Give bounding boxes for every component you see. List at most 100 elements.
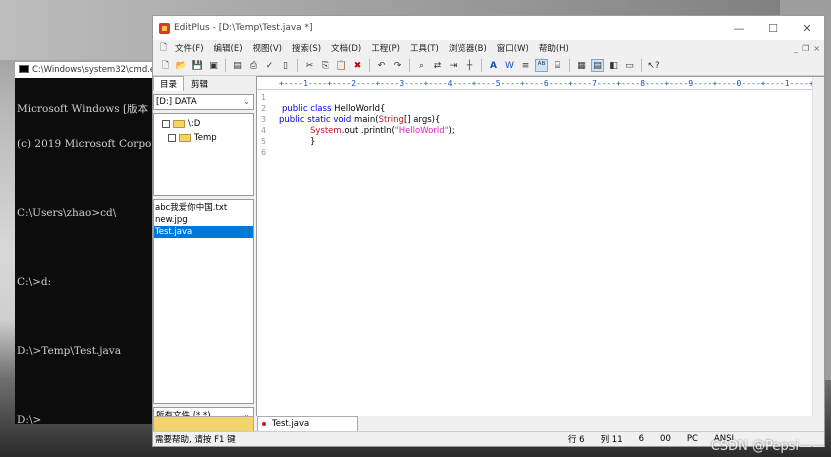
menu-help[interactable]: 帮助(H) (534, 42, 574, 54)
tree-item-root[interactable]: \:D (162, 117, 253, 131)
code-line: } (310, 137, 316, 147)
redo-icon[interactable]: ↷ (391, 59, 404, 72)
maximize-button[interactable]: ☐ (756, 22, 790, 35)
cmd-line: C:\Users\zhao>cd\ (17, 207, 117, 219)
toolbar-separator (297, 59, 298, 72)
code-editor[interactable]: +----1----+----2----+----3----+----4----… (256, 76, 825, 431)
folder-tree[interactable]: \:D Temp (153, 113, 254, 196)
cmd-line: D:\>Temp\Test.java (17, 345, 121, 357)
split-icon[interactable]: ┼ (463, 59, 476, 72)
new-file-icon[interactable]: 🗋 (159, 59, 172, 72)
mdi-controls: _ ❐ × (794, 44, 824, 53)
toolbar-separator (569, 59, 570, 72)
file-item[interactable]: abc我爱你中国.txt (154, 202, 253, 214)
toolbar-separator (641, 59, 642, 72)
save-icon[interactable]: 💾 (191, 59, 204, 72)
menu-browser[interactable]: 浏览器(B) (444, 42, 492, 54)
line-number: 1 (261, 93, 267, 102)
file-item-selected[interactable]: Test.java (154, 226, 253, 238)
font-icon[interactable]: A (487, 59, 500, 72)
mdi-minimize-button[interactable]: _ (794, 44, 798, 53)
close-button[interactable]: ✕ (790, 22, 824, 35)
cmd-titlebar[interactable]: C:\Windows\system32\cmd.e (15, 62, 155, 78)
replace-icon[interactable]: ⇄ (431, 59, 444, 72)
undo-icon[interactable]: ↶ (375, 59, 388, 72)
directory-pane: 目录 剪辑 [D:] DATA ⌄ \:D Temp abc我爱你中国.txt … (153, 76, 254, 431)
toolbar-separator (225, 59, 226, 72)
spellcheck-icon[interactable]: ✓ (263, 59, 276, 72)
code-text: [] args){ (403, 115, 441, 125)
menu-project[interactable]: 工程(P) (366, 42, 405, 54)
expand-box-icon (162, 120, 170, 128)
file-list[interactable]: abc我爱你中国.txt new.jpg Test.java (153, 199, 254, 404)
cut-icon[interactable]: ✂ (303, 59, 316, 72)
word-wrap-icon[interactable]: W (503, 59, 516, 72)
toolbar-separator (369, 59, 370, 72)
code-line: System.out .println("HelloWorld"); (310, 126, 455, 136)
modified-dot-icon (262, 422, 266, 426)
code-text: HelloWorld{ (331, 104, 386, 114)
code-area[interactable]: 1 2 3 4 5 6 public class HelloWorld{ pub… (257, 93, 812, 416)
file-item[interactable]: new.jpg (154, 214, 253, 226)
doc-tab-label: Test.java (272, 419, 310, 429)
mdi-restore-button[interactable]: ❐ (802, 44, 809, 53)
column-ruler: +----1----+----2----+----3----+----4----… (257, 77, 824, 90)
tab-directory[interactable]: 目录 (153, 76, 185, 91)
page-icon[interactable]: ▯ (279, 59, 292, 72)
open-folder-icon[interactable]: 📂 (175, 59, 188, 72)
line-number-icon[interactable]: ≡ (519, 59, 532, 72)
ruler-icon[interactable]: ᴬᴮ (535, 59, 548, 72)
line-number: 5 (261, 137, 267, 146)
drive-select[interactable]: [D:] DATA ⌄ (153, 94, 254, 110)
expand-box-icon (168, 134, 176, 142)
code-text: .out .println( (341, 126, 395, 136)
editplus-window[interactable]: EditPlus - [D:\Temp\Test.java *] — ☐ ✕ 🗋… (152, 15, 825, 447)
print-icon[interactable]: ⎙ (247, 59, 260, 72)
status-value: 6 (638, 434, 645, 444)
print-preview-icon[interactable]: ▤ (231, 59, 244, 72)
menu-window[interactable]: 窗口(W) (492, 42, 534, 54)
tree-item-temp[interactable]: Temp (162, 131, 253, 145)
menu-document[interactable]: 文档(D) (326, 42, 366, 54)
status-message: 需要帮助, 请按 F1 键 (155, 435, 236, 445)
doc-tab-test-java[interactable]: Test.java (257, 416, 358, 432)
save-all-icon[interactable]: ▣ (207, 59, 220, 72)
tree-item-label: Temp (194, 133, 217, 143)
vertical-scrollbar[interactable] (812, 77, 824, 416)
status-row: 行 6 (567, 435, 585, 445)
directory-icon[interactable]: ⌸ (551, 59, 564, 72)
copy-icon[interactable]: ⎘ (319, 59, 332, 72)
line-number: 2 (261, 104, 267, 113)
menu-edit[interactable]: 编辑(E) (209, 42, 248, 54)
cmd-window[interactable]: C:\Windows\system32\cmd.e Microsoft Wind… (15, 62, 155, 424)
minimize-button[interactable]: — (722, 22, 756, 35)
delete-icon[interactable]: ✖ (351, 59, 364, 72)
browser-icon[interactable]: ◧ (607, 59, 620, 72)
menu-search[interactable]: 搜索(S) (287, 42, 326, 54)
menu-view[interactable]: 视图(V) (248, 42, 287, 54)
mdi-close-button[interactable]: × (813, 44, 820, 53)
full-screen-icon[interactable]: ▭ (623, 59, 636, 72)
cmd-line (17, 173, 153, 185)
cmd-line: Microsoft Windows [版本 (17, 104, 149, 115)
menu-file[interactable]: 文件(F) (170, 42, 209, 54)
console-icon (19, 65, 29, 73)
window-list-icon[interactable]: ▦ (575, 59, 588, 72)
line-number: 3 (261, 115, 267, 124)
find-icon[interactable]: ⌕ (415, 59, 428, 72)
line-number: 4 (261, 126, 267, 135)
cliptext-icon[interactable]: ▤ (591, 59, 604, 72)
paste-icon[interactable]: 📋 (335, 59, 348, 72)
editplus-titlebar[interactable]: EditPlus - [D:\Temp\Test.java *] — ☐ ✕ (153, 16, 824, 40)
left-tabs: 目录 剪辑 (153, 76, 254, 91)
tab-cliptext[interactable]: 剪辑 (184, 76, 216, 91)
cmd-output[interactable]: Microsoft Windows [版本 (c) 2019 Microsoft… (15, 78, 155, 424)
status-mode: PC (686, 434, 698, 444)
drive-select-value: [D:] DATA (156, 97, 197, 107)
menu-tools[interactable]: 工具(T) (405, 42, 444, 54)
help-pointer-icon[interactable]: ↖? (647, 59, 660, 72)
menubar: 🗋 文件(F) 编辑(E) 视图(V) 搜索(S) 文档(D) 工程(P) 工具… (153, 40, 824, 56)
window-title: EditPlus - [D:\Temp\Test.java *] (174, 23, 313, 33)
goto-icon[interactable]: ⇥ (447, 59, 460, 72)
open-folder-tab[interactable] (153, 416, 254, 432)
